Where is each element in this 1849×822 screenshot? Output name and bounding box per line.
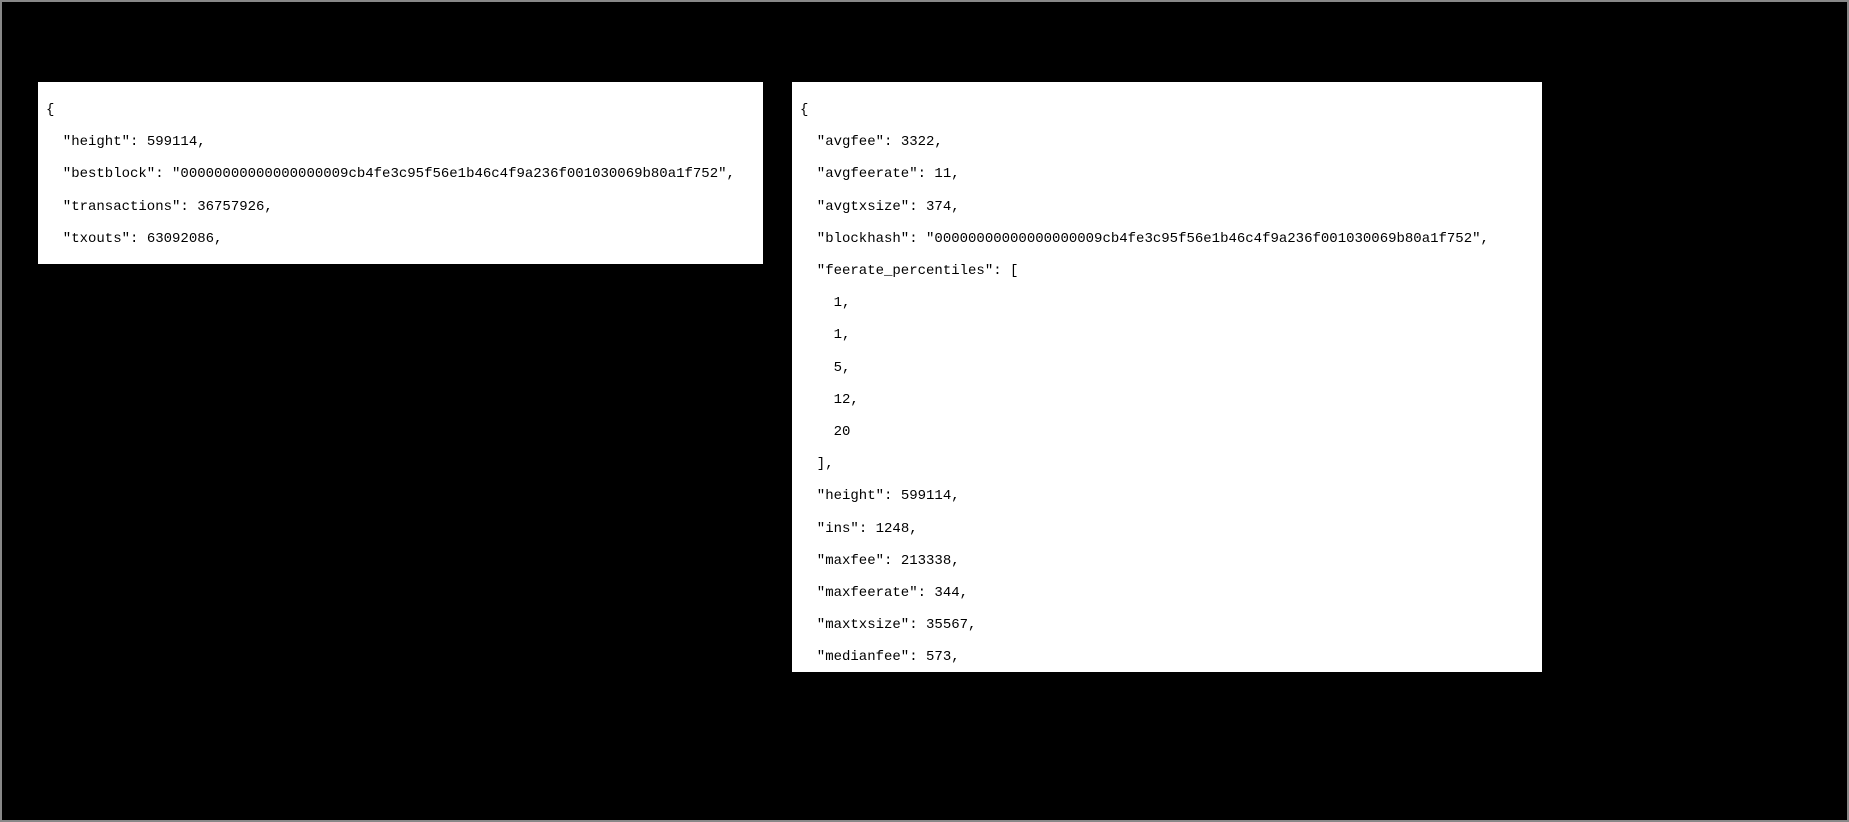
value: : 1248, (859, 521, 918, 537)
feerate-item: 12, (800, 392, 1534, 408)
kv-feerate-percentiles-open: "feerate_percentiles": [ (800, 263, 1534, 279)
kv-maxtxsize: "maxtxsize": 35567, (800, 617, 1534, 633)
kv-transactions: "transactions": 36757926, (46, 199, 755, 215)
kv-medianfee: "medianfee": 573, (800, 649, 1534, 665)
value: : [ (993, 263, 1018, 279)
brace-open: { (800, 102, 1534, 118)
kv-ins: "ins": 1248, (800, 521, 1534, 537)
brace-open: { (46, 102, 755, 118)
value: : 35567, (909, 617, 976, 633)
value: : 573, (909, 649, 959, 665)
feerate-item: 1, (800, 295, 1534, 311)
key: "ins" (817, 521, 859, 537)
kv-avgfeerate: "avgfeerate": 11, (800, 166, 1534, 182)
feerate-item: 5, (800, 360, 1534, 376)
key: "height" (817, 488, 884, 504)
key: "medianfee" (817, 649, 909, 665)
value: : 599114, (884, 488, 960, 504)
feerate-percentiles-close: ], (800, 456, 1534, 472)
kv-maxfeerate: "maxfeerate": 344, (800, 585, 1534, 601)
value: : 344, (918, 585, 968, 601)
kv-height: "height": 599114, (46, 134, 755, 150)
kv-avgtxsize: "avgtxsize": 374, (800, 199, 1534, 215)
key: "blockhash" (817, 231, 909, 247)
value: : 11, (918, 166, 960, 182)
feerate-item: 20 (800, 424, 1534, 440)
kv-bogosize: "bogosize": 4745309576, (46, 263, 755, 264)
kv-txouts: "txouts": 63092086, (46, 231, 755, 247)
value: : 36757926, (180, 199, 272, 215)
value: : "00000000000000000009cb4fe3c95f56e1b46… (909, 231, 1489, 247)
screenshot-frame: { "height": 599114, "bestblock": "000000… (2, 2, 1847, 820)
value: : 63092086, (130, 231, 222, 247)
value: : "00000000000000000009cb4fe3c95f56e1b46… (155, 166, 735, 182)
key: "maxfeerate" (817, 585, 918, 601)
key: "transactions" (63, 199, 181, 215)
key: "txouts" (63, 231, 130, 247)
kv-blockhash: "blockhash": "00000000000000000009cb4fe3… (800, 231, 1534, 247)
kv-avgfee: "avgfee": 3322, (800, 134, 1534, 150)
key: "avgfeerate" (817, 166, 918, 182)
key: "avgfee" (817, 134, 884, 150)
value: : 4745309576, (147, 263, 256, 264)
key: "maxtxsize" (817, 617, 909, 633)
kv-height: "height": 599114, (800, 488, 1534, 504)
kv-maxfee: "maxfee": 213338, (800, 553, 1534, 569)
feerate-item: 1, (800, 327, 1534, 343)
value: : 3322, (884, 134, 943, 150)
key: "avgtxsize" (817, 199, 909, 215)
kv-bestblock: "bestblock": "00000000000000000009cb4fe3… (46, 166, 755, 182)
json-output-right: { "avgfee": 3322, "avgfeerate": 11, "avg… (792, 82, 1542, 672)
value: : 374, (909, 199, 959, 215)
key: "maxfee" (817, 553, 884, 569)
key: "height" (63, 134, 130, 150)
value: : 599114, (130, 134, 206, 150)
value: : 213338, (884, 553, 960, 569)
key: "bestblock" (63, 166, 155, 182)
key: "feerate_percentiles" (817, 263, 993, 279)
json-output-left: { "height": 599114, "bestblock": "000000… (38, 82, 763, 264)
key: "bogosize" (63, 263, 147, 264)
